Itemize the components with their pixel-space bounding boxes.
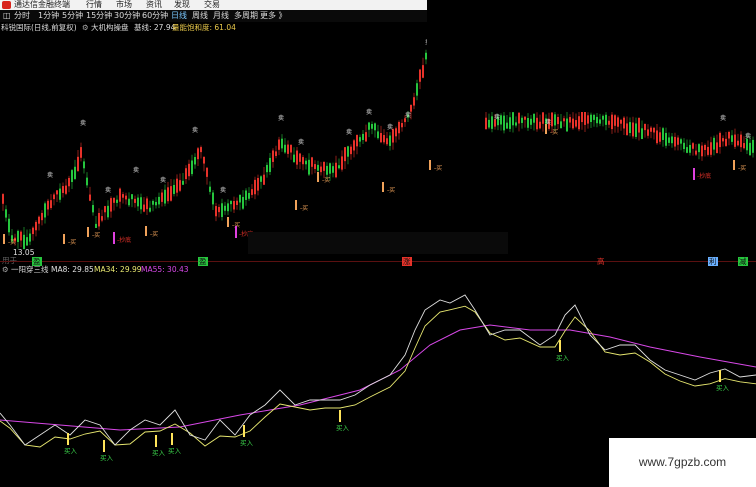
sell-mark: 卖 [220,187,226,194]
buy-signal-label: 买入 [240,439,254,447]
base-line-value: 基线: 27.94 [134,23,176,32]
sub-indicator-gear-icon[interactable]: ⚙ [2,265,9,274]
menu-shichang[interactable]: 市场 [116,0,132,10]
period-5min[interactable]: 5分钟 [62,10,83,22]
sell-mark: 卖 [80,120,86,127]
watermark: www.7gpzb.com [609,438,756,487]
period-30min[interactable]: 30分钟 [114,10,140,22]
sub-indicator-name: 一阳穿三线 [11,265,49,274]
bottom-mark-5: 利 [708,257,718,266]
sell-mark: 卖 [720,115,726,122]
period-more[interactable]: 更多 》 [260,10,287,22]
watermark-text: www.7gpzb.com [638,455,727,469]
buy-mark: -买 [150,230,158,238]
buy-signal-label: 买入 [168,447,182,455]
period-monthly[interactable]: 月线 [213,10,229,22]
buy-signal-label: 买入 [716,384,730,392]
ma34-line [0,305,756,448]
menu-hangqing[interactable]: 行情 [86,0,102,10]
buy-signal-label: 买入 [336,424,350,432]
ma8-value: MA8: 29.85 [51,265,94,274]
sell-mark: 卖 [192,127,198,134]
menu-faxian[interactable]: 发现 [174,0,190,10]
buy-mark: -买 [300,204,308,212]
buy-mark: -买 [322,176,330,184]
sell-mark: 卖 [298,139,304,146]
buy-signal-label: 买入 [556,354,570,362]
period-15min[interactable]: 15分钟 [86,10,112,22]
sell-mark: 卖 [405,112,411,119]
app-title: 通达信金融终端 [14,0,70,9]
buy-mark: -买 [434,164,442,172]
title-bar: 通达信金融终端 行情 市场 资讯 发现 交易 [0,0,427,10]
stock-name: 科锐国际(日线,前复权) [1,23,77,32]
indicator-gear-icon[interactable]: ⚙ [82,23,89,32]
app-logo-icon [2,1,11,9]
bottom-mark-2: 盈 [198,257,208,266]
period-multi[interactable]: 多周期 [234,10,258,22]
sell-mark: 卖 [346,129,352,136]
buy-mark: -买 [68,238,76,246]
menu-zixun[interactable]: 资讯 [146,0,162,10]
buy-mark: -买 [738,164,746,172]
period-daily[interactable]: 日线 [171,10,187,22]
buy-signal-label: 买入 [100,454,114,462]
bottom-mark-4: 高 [597,257,605,266]
sell-mark: 卖 [387,124,393,131]
buy-mark: -买 [92,231,100,239]
ma55-value: MA55: 30.43 [141,265,189,274]
period-1min[interactable]: 1分钟 [38,10,59,22]
saturation-value: 量能饱和度: 61.04 [172,23,236,32]
copy-bottom-mark: -抄底 [697,172,711,180]
blank-region-2 [248,232,508,254]
buy-signal-label: 买入 [64,447,78,455]
sell-mark: 卖 [133,167,139,174]
bottom-mark-6: 减 [738,257,748,266]
buy-mark: -买 [8,238,16,246]
panel-divider [0,261,756,262]
sell-mark: 卖 [278,115,284,122]
sell-mark: 卖 [160,177,166,184]
buy-mark: -买 [387,186,395,194]
sell-mark: 卖 [745,133,751,140]
buy-mark: -买 [550,128,558,136]
bottom-mark-3: 涨 [402,257,412,266]
main-indicator-name: 大机构操盘 [91,23,129,32]
sell-mark: 卖 [105,187,111,194]
period-60min[interactable]: 60分钟 [142,10,168,22]
blank-region [427,0,756,112]
period-weekly[interactable]: 周线 [192,10,208,22]
copy-bottom-mark: -抄底 [117,236,131,244]
buy-signal-label: 买入 [152,449,166,457]
ma8-line [0,294,756,446]
menu-jiaoyi[interactable]: 交易 [204,0,220,10]
sell-mark: 卖 [47,172,53,179]
ma34-value: MA34: 29.99 [94,265,142,274]
sell-mark: 卖 [366,109,372,116]
sell-mark: 卖 [494,114,500,121]
period-fenshi[interactable]: 分时 [14,10,30,22]
ma55-line [0,324,756,431]
period-toolbar: ◫ 分时 1分钟 5分钟 15分钟 30分钟 60分钟 日线 周线 月线 多周期… [0,10,427,22]
panel-toggle-icon[interactable]: ◫ [3,10,11,22]
